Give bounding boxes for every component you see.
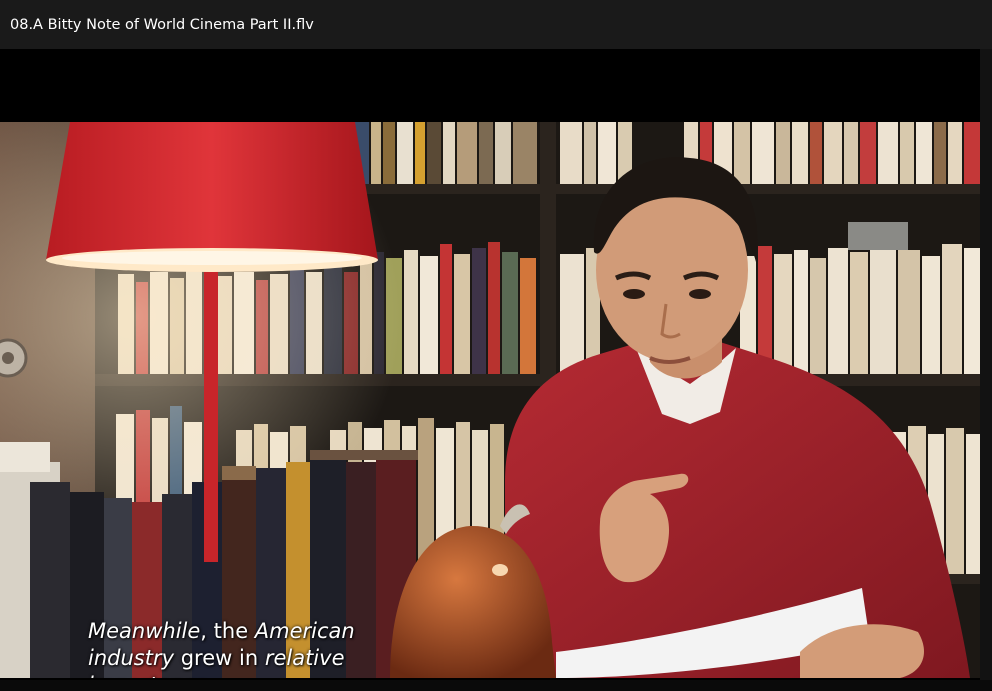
subtitle-line: importance. [88, 672, 408, 678]
video-player-window: 08.A Bitty Note of World Cinema Part II.… [0, 0, 992, 691]
subtitle-segment: . [208, 673, 215, 678]
subtitle-segment: , the [200, 619, 255, 643]
subtitle-segment: American [254, 619, 355, 643]
video-scene [0, 122, 980, 678]
window-edge [980, 49, 992, 691]
red-lamp [46, 122, 378, 272]
title-bar[interactable]: 08.A Bitty Note of World Cinema Part II.… [0, 0, 992, 49]
subtitle-segment: relative [264, 646, 345, 670]
video-subtitle: Meanwhile, the American industry grew in … [88, 618, 408, 678]
subtitle-line: Meanwhile, the American [88, 618, 408, 645]
subtitle-segment: importance [88, 673, 208, 678]
bottom-strip [0, 680, 992, 691]
subtitle-segment: industry [88, 646, 175, 670]
subtitle-line: industry grew in relative [88, 645, 408, 672]
video-frame[interactable]: Meanwhile, the American industry grew in … [0, 122, 980, 678]
video-area[interactable]: Meanwhile, the American industry grew in … [0, 49, 980, 680]
subtitle-segment: Meanwhile [88, 619, 201, 643]
subtitle-segment: grew in [174, 646, 265, 670]
window-title: 08.A Bitty Note of World Cinema Part II.… [10, 16, 314, 33]
